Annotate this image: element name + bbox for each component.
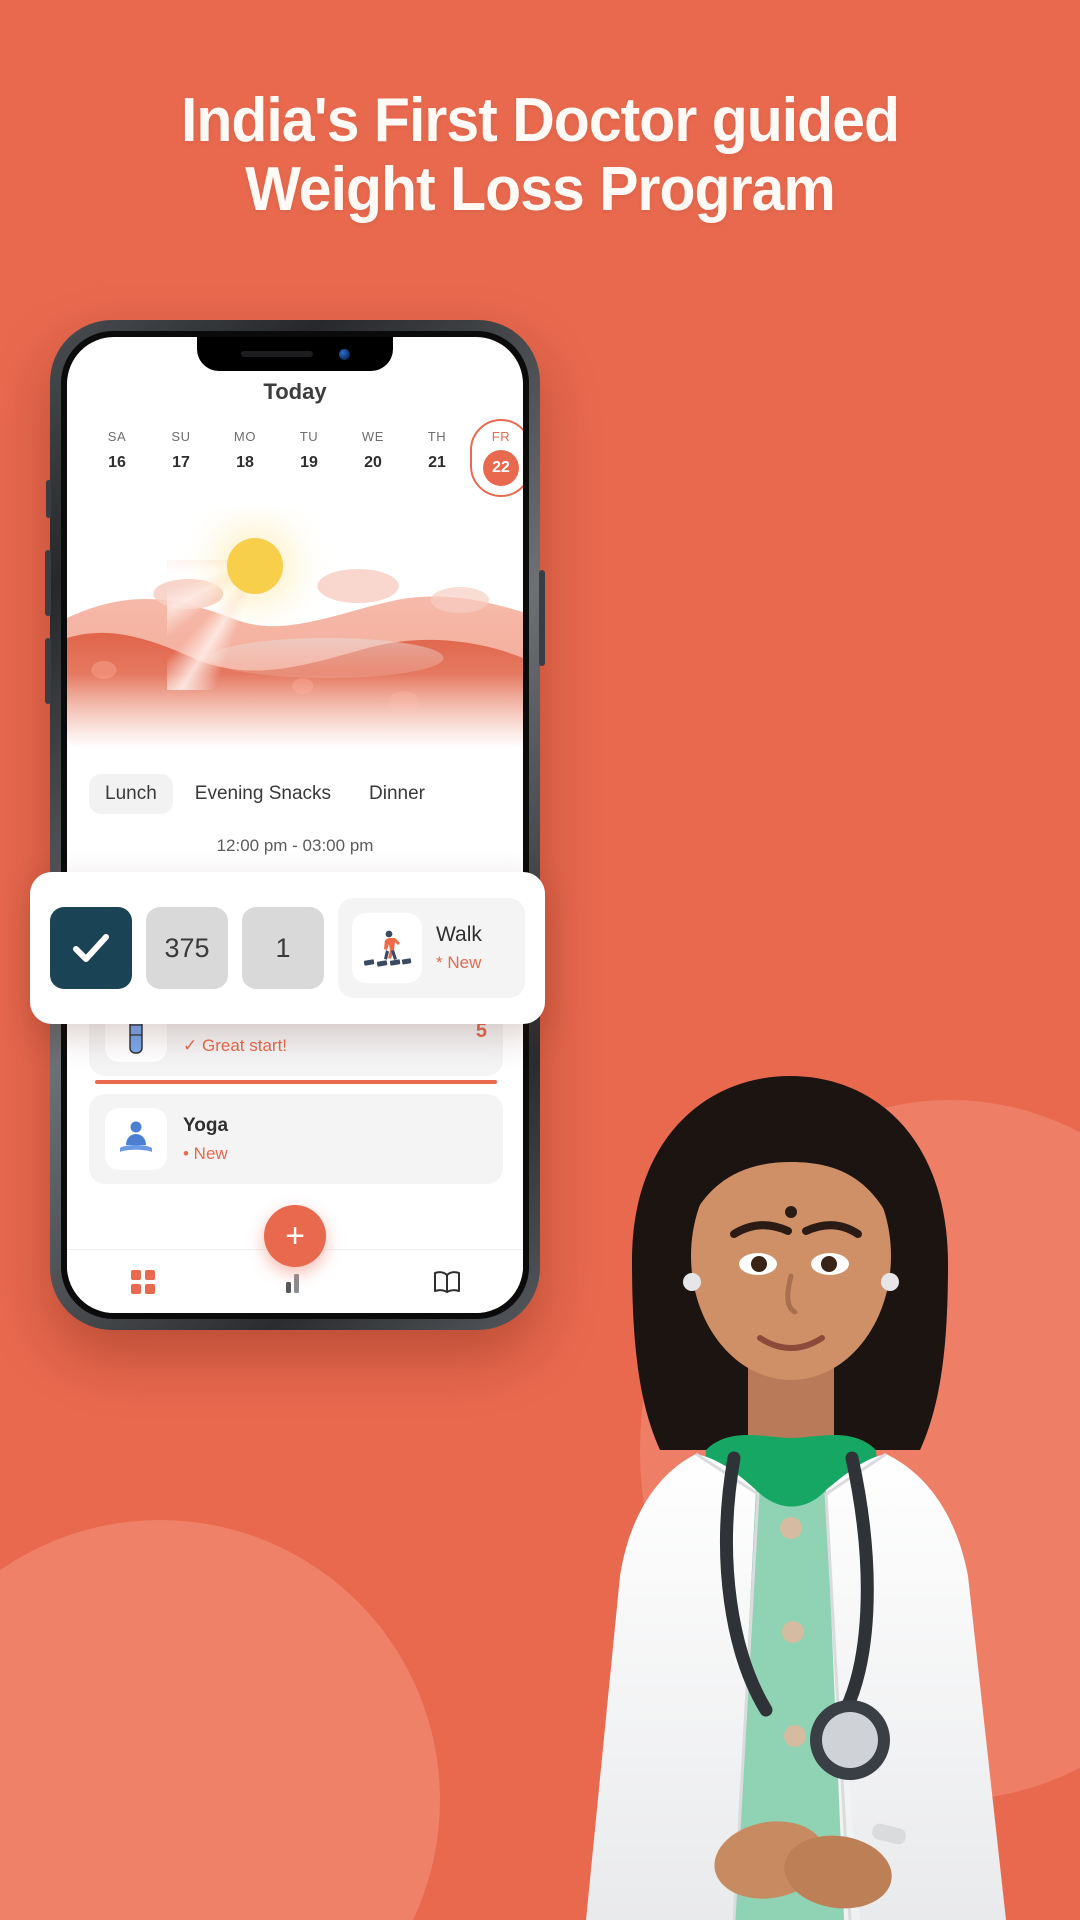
date-num: 18 bbox=[236, 454, 254, 471]
headline-line-2: Weight Loss Program bbox=[245, 155, 836, 225]
date-cell-tu[interactable]: TU 19 bbox=[277, 429, 341, 472]
list-item-subtitle: • New bbox=[183, 1143, 228, 1163]
phone-power-button bbox=[539, 570, 545, 666]
background-blob-left bbox=[0, 1520, 440, 1920]
date-dow: MO bbox=[233, 429, 257, 444]
date-num: 17 bbox=[172, 454, 190, 471]
add-button[interactable]: + bbox=[264, 1205, 326, 1267]
phone-screen: Today SA 16 SU 17 MO 18 TU 19 WE 20 TH 2… bbox=[67, 337, 523, 1313]
doctor-photo bbox=[586, 1076, 1006, 1920]
check-icon: ✓ bbox=[183, 1035, 198, 1055]
walk-subtitle: * New bbox=[436, 953, 482, 972]
date-dow: TH bbox=[427, 429, 447, 444]
hero-fade-overlay bbox=[67, 674, 523, 760]
quantity-chip[interactable]: 1 bbox=[242, 907, 324, 989]
date-cell-we[interactable]: WE 20 bbox=[341, 429, 405, 472]
phone-notch bbox=[197, 337, 393, 371]
phone-volume-down-button bbox=[45, 638, 51, 704]
nav-item-stats[interactable] bbox=[267, 1270, 323, 1294]
date-num: 20 bbox=[364, 454, 382, 471]
date-dow: SA bbox=[107, 429, 127, 444]
date-cell-sa[interactable]: SA 16 bbox=[85, 429, 149, 472]
list-item-subtitle-text: Great start! bbox=[201, 1035, 288, 1055]
meal-time-range: 12:00 pm - 03:00 pm bbox=[216, 836, 374, 855]
phone-mockup: Today SA 16 SU 17 MO 18 TU 19 WE 20 TH 2… bbox=[45, 320, 545, 1330]
hero-illustration bbox=[67, 508, 523, 760]
date-cell-su[interactable]: SU 17 bbox=[149, 429, 213, 472]
date-dow: TU bbox=[299, 429, 319, 444]
yoga-glyph bbox=[120, 1121, 152, 1152]
walk-text-block: Walk * New bbox=[436, 923, 482, 973]
list-item-title: Yoga bbox=[183, 1114, 229, 1136]
page-headline: India's First Doctor guided Weight Loss … bbox=[27, 86, 1053, 225]
date-num: 19 bbox=[300, 454, 318, 471]
grid-icon bbox=[131, 1269, 155, 1294]
nav-item-dashboard[interactable] bbox=[115, 1269, 171, 1295]
tab-lunch[interactable]: Lunch bbox=[89, 774, 173, 814]
date-strip[interactable]: SA 16 SU 17 MO 18 TU 19 WE 20 TH 21 FR 2… bbox=[67, 405, 523, 497]
floating-log-card: 375 1 Walk * New bbox=[30, 872, 545, 1024]
meal-tab-bar[interactable]: Lunch Evening Snacks Dinner bbox=[67, 760, 523, 814]
walk-title: Walk bbox=[436, 923, 482, 946]
phone-mute-switch bbox=[46, 480, 51, 518]
row-body: Yoga • New bbox=[183, 1115, 487, 1164]
date-num: 16 bbox=[108, 454, 126, 471]
list-item-yoga[interactable]: Yoga • New bbox=[89, 1094, 503, 1184]
check-icon bbox=[73, 934, 109, 962]
date-cell-fr-selected[interactable]: FR 22 bbox=[469, 419, 523, 497]
bar-chart-icon bbox=[286, 1273, 299, 1293]
front-camera-icon bbox=[338, 348, 350, 360]
date-cell-th[interactable]: TH 21 bbox=[405, 429, 469, 472]
phone-volume-up-button bbox=[45, 550, 51, 616]
date-dow: SU bbox=[171, 429, 191, 444]
date-dow: FR bbox=[491, 429, 511, 444]
walking-person-glyph bbox=[363, 930, 412, 967]
progress-bar bbox=[95, 1080, 497, 1084]
date-num: 21 bbox=[428, 454, 446, 471]
phone-bezel: Today SA 16 SU 17 MO 18 TU 19 WE 20 TH 2… bbox=[61, 331, 529, 1319]
screen-title: Today bbox=[263, 379, 327, 404]
confirm-check-button[interactable] bbox=[50, 907, 132, 989]
tab-evening-snacks[interactable]: Evening Snacks bbox=[179, 774, 347, 814]
earpiece-speaker-icon bbox=[240, 351, 313, 357]
date-cell-mo[interactable]: MO 18 bbox=[213, 429, 277, 472]
date-dow: WE bbox=[361, 429, 385, 444]
headline-line-1: India's First Doctor guided bbox=[180, 86, 900, 155]
book-icon bbox=[434, 1270, 460, 1293]
walk-activity-card[interactable]: Walk * New bbox=[338, 898, 525, 998]
tab-dinner[interactable]: Dinner bbox=[353, 774, 441, 814]
nav-item-library[interactable] bbox=[419, 1270, 475, 1294]
walking-person-icon bbox=[352, 913, 422, 983]
sun-icon bbox=[227, 538, 283, 594]
yoga-icon bbox=[105, 1108, 167, 1170]
date-num: 22 bbox=[483, 450, 519, 486]
calories-chip[interactable]: 375 bbox=[146, 907, 228, 989]
list-item-subtitle: ✓ Great start! bbox=[183, 1036, 460, 1056]
